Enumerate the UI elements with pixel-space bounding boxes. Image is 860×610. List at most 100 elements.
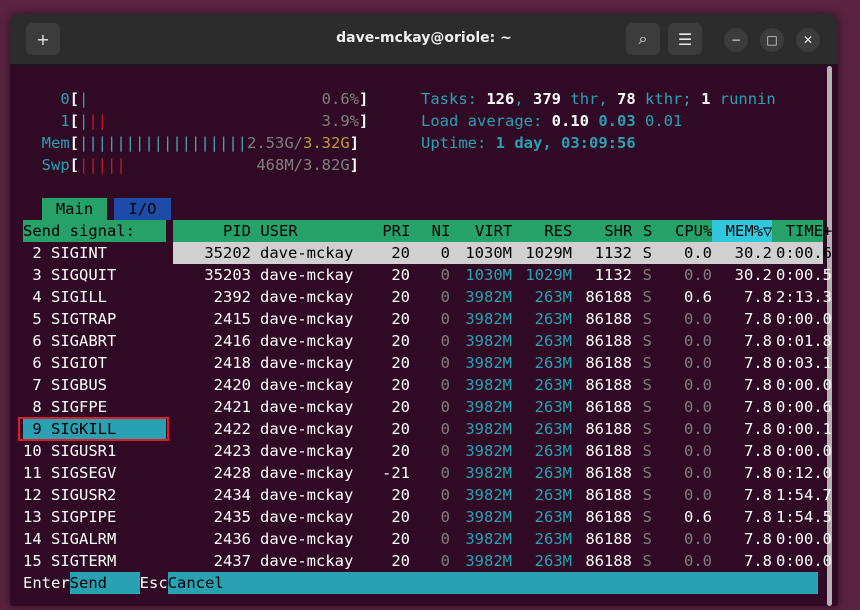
process-row[interactable]: 2423 dave-mckay 20 0 3982M 263M 86188 S 0.0 7.8 0:…	[183, 440, 832, 462]
swp-meter: Swp[||||| 468M/3.82G]	[41, 156, 360, 174]
tab-io[interactable]: I/O	[114, 198, 171, 220]
signal-item[interactable]: 15 SIGTERM	[23, 550, 166, 572]
process-row[interactable]: 2436 dave-mckay 20 0 3982M 263M 86188 S 0.0 7.8 0:…	[183, 528, 832, 550]
process-row[interactable]: 2420 dave-mckay 20 0 3982M 263M 86188 S 0.0 7.8 0:…	[183, 374, 832, 396]
col-pid[interactable]: PID	[183, 220, 251, 242]
cell-s: S	[642, 530, 652, 548]
signal-item[interactable]: 13 SIGPIPE	[23, 506, 166, 528]
cell-pri: 20	[391, 376, 410, 394]
htop-screen: 0[| 0.6%] 1[||| 3.9%] Mem[||||||||||||||…	[18, 76, 832, 596]
cell-res: 263M	[534, 310, 572, 328]
cell-ni: 0	[440, 398, 450, 416]
cell-s: S	[642, 332, 652, 350]
cell-pid: 2423	[213, 442, 251, 460]
col-shr[interactable]: SHR	[572, 220, 632, 242]
process-row[interactable]: 2415 dave-mckay 20 0 3982M 263M 86188 S 0.0 7.8 0:…	[183, 308, 832, 330]
cell-s: S	[642, 310, 652, 328]
cell-res: 263M	[534, 464, 572, 482]
cell-virt: 3982M	[465, 332, 512, 350]
col-res[interactable]: RES	[512, 220, 572, 242]
maximize-icon: □	[766, 33, 778, 47]
cell-s: S	[642, 508, 652, 526]
mem-meter: Mem[||||||||||||||||||2.53G/3.32G]	[41, 134, 360, 152]
cell-user: dave-mckay	[260, 332, 354, 350]
col-mem[interactable]: MEM%▽	[712, 220, 773, 242]
signal-item[interactable]: 6 SIGABRT	[23, 330, 166, 352]
cell-res: 263M	[534, 442, 572, 460]
cell-mem: 30.2	[734, 266, 772, 284]
process-row[interactable]: 35203 dave-mckay 20 0 1030M 1029M 1132 S 0.0 30.2…	[183, 264, 832, 286]
col-cpu[interactable]: CPU%	[652, 220, 712, 242]
terminal-window: + dave-mckay@oriole: ~ ⌕ ☰ − □ ✕ 0[| 0.6…	[10, 14, 838, 606]
process-row[interactable]: 2418 dave-mckay 20 0 3982M 263M 86188 S 0.0 7.8 0:…	[183, 352, 832, 374]
cell-time: 0:12.0	[776, 464, 832, 482]
signal-item[interactable]: 8 SIGFPE	[23, 396, 166, 418]
signal-item[interactable]: 2 SIGINT	[23, 242, 166, 264]
signal-item[interactable]: 5 SIGTRAP	[23, 308, 166, 330]
cancel-button[interactable]: Cancel	[167, 572, 818, 594]
process-row[interactable]: 2416 dave-mckay 20 0 3982M 263M 86188 S 0.0 7.8 0:…	[183, 330, 832, 352]
cell-s: S	[642, 464, 652, 482]
col-state[interactable]: S	[632, 220, 652, 242]
cell-virt: 3982M	[465, 376, 512, 394]
cell-user: dave-mckay	[260, 552, 354, 570]
cell-mem: 7.8	[744, 376, 772, 394]
signal-item[interactable]: 3 SIGQUIT	[23, 264, 166, 286]
cell-cpu: 0.0	[684, 266, 712, 284]
cell-res: 263M	[534, 376, 572, 394]
process-row[interactable]: 2392 dave-mckay 20 0 3982M 263M 86188 S 0.6 7.8 2:…	[183, 286, 832, 308]
cell-mem: 7.8	[744, 464, 772, 482]
selected-signal-highlight	[18, 417, 169, 441]
col-user[interactable]: USER	[260, 220, 368, 242]
process-row[interactable]: 2437 dave-mckay 20 0 3982M 263M 86188 S 0.0 7.8 0:…	[183, 550, 832, 572]
col-time[interactable]: TIME+	[772, 220, 833, 242]
cell-mem: 7.8	[744, 530, 772, 548]
cell-shr: 86188	[585, 464, 632, 482]
signal-item[interactable]: 6 SIGIOT	[23, 352, 166, 374]
signal-item[interactable]: 4 SIGILL	[23, 286, 166, 308]
cell-shr: 86188	[585, 552, 632, 570]
esc-key: Esc	[139, 574, 168, 592]
cell-time: 0:00.0	[776, 442, 832, 460]
tab-main[interactable]: Main	[42, 198, 107, 220]
cell-pid: 35203	[204, 266, 251, 284]
signal-item[interactable]: 14 SIGALRM	[23, 528, 166, 550]
maximize-button[interactable]: □	[760, 28, 784, 52]
cell-cpu: 0.0	[684, 486, 712, 504]
search-button[interactable]: ⌕	[626, 23, 660, 55]
process-header-columns: PID USER PRI NI VIRT RES SHR S CPU% MEM%▽ TIME+	[183, 220, 832, 242]
signal-item[interactable]: 7 SIGBUS	[23, 374, 166, 396]
col-ni[interactable]: NI	[410, 220, 451, 242]
cell-ni: 0	[440, 486, 450, 504]
process-row[interactable]: 2434 dave-mckay 20 0 3982M 263M 86188 S 0.0 7.8 1:…	[183, 484, 832, 506]
cell-virt: 1030M	[465, 244, 512, 262]
cell-cpu: 0.6	[684, 508, 712, 526]
cell-s: S	[642, 486, 652, 504]
process-row[interactable]: 2435 dave-mckay 20 0 3982M 263M 86188 S 0.6 7.8 1:…	[183, 506, 832, 528]
cell-cpu: 0.0	[684, 244, 712, 262]
menu-button[interactable]: ☰	[668, 23, 702, 55]
process-row[interactable]: 35202 dave-mckay 20 0 1030M 1029M 1132 S 0.0 30.2…	[183, 242, 832, 264]
process-row[interactable]: 2422 dave-mckay 20 0 3982M 263M 86188 S 0.0 7.8 0:…	[183, 418, 832, 440]
cell-shr: 86188	[585, 398, 632, 416]
cell-user: dave-mckay	[260, 486, 354, 504]
signal-item[interactable]: 10 SIGUSR1	[23, 440, 166, 462]
cell-res: 1029M	[525, 244, 572, 262]
process-row[interactable]: 2421 dave-mckay 20 0 3982M 263M 86188 S 0.0 7.8 0:…	[183, 396, 832, 418]
cell-shr: 86188	[585, 420, 632, 438]
close-button[interactable]: ✕	[796, 28, 820, 52]
cell-ni: 0	[440, 552, 450, 570]
cell-time: 2:13.3	[776, 288, 832, 306]
cell-ni: 0	[440, 354, 450, 372]
minimize-button[interactable]: −	[724, 28, 748, 52]
cell-res: 263M	[534, 420, 572, 438]
signal-item[interactable]: 11 SIGSEGV	[23, 462, 166, 484]
cell-res: 263M	[534, 552, 572, 570]
load-average: Load average: 0.10 0.03 0.01	[421, 112, 683, 130]
process-row[interactable]: 2428 dave-mckay -21 0 3982M 263M 86188 S 0.0 7.8 0…	[183, 462, 832, 484]
send-button[interactable]: Send	[69, 572, 140, 594]
cell-ni: 0	[440, 288, 450, 306]
col-virt[interactable]: VIRT	[450, 220, 512, 242]
col-pri[interactable]: PRI	[368, 220, 410, 242]
signal-item[interactable]: 12 SIGUSR2	[23, 484, 166, 506]
